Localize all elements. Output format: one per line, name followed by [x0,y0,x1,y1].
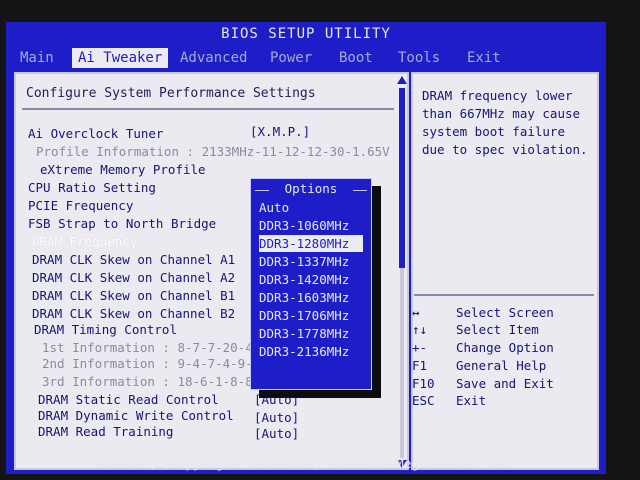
option-auto[interactable]: Auto [259,199,363,216]
help-divider [414,294,594,296]
help-line-4: due to spec violation. [422,142,588,157]
item-dram-clk-skew-b2[interactable]: DRAM CLK Skew on Channel B2 [32,306,235,321]
item-dram-static-read-control[interactable]: DRAM Static Read Control [38,392,219,407]
value-dram-dynamic-write-control[interactable]: [Auto] [254,410,299,425]
tab-main[interactable]: Main [14,48,60,68]
bios-title: BIOS SETUP UTILITY [221,26,391,42]
item-dram-read-training[interactable]: DRAM Read Training [38,424,173,439]
key-save-exit: F10 [412,376,435,391]
item-dram-clk-skew-a1[interactable]: DRAM CLK Skew on Channel A1 [32,252,235,267]
options-popup-title: Options [251,181,371,196]
tab-boot[interactable]: Boot [333,48,379,68]
key-change-option: +- [412,340,428,355]
bios-screen: BIOS SETUP UTILITY Main Ai Tweaker Advan… [6,22,606,474]
help-line-2: than 667MHz may cause [422,106,581,121]
option-ddr3-1778[interactable]: DDR3-1778MHz [259,325,363,342]
key-exit-label: Exit [456,393,487,408]
tab-tools[interactable]: Tools [392,48,446,68]
tab-advanced[interactable]: Advanced [174,48,253,68]
key-select-screen: ↔ [412,305,420,320]
item-1st-information: 1st Information : 8-7-7-20-4- [42,340,261,355]
value-ai-overclock-tuner[interactable]: [X.M.P.] [250,124,310,139]
section-divider [22,108,394,110]
tab-power[interactable]: Power [264,48,318,68]
key-select-screen-label: Select Screen [456,305,554,320]
item-profile-information: Profile Information : 2133MHz-11-12-12-3… [36,144,390,159]
item-dram-frequency[interactable]: DRAM Frequency [32,234,137,249]
item-dram-clk-skew-b1[interactable]: DRAM CLK Skew on Channel B1 [32,288,235,303]
option-ddr3-1280[interactable]: DDR3-1280MHz [259,235,363,252]
menu-bar: Main Ai Tweaker Advanced Power Boot Tool… [6,46,606,68]
option-ddr3-1420[interactable]: DDR3-1420MHz [259,271,363,288]
scroll-up-arrow-icon[interactable] [397,76,407,84]
section-title: Configure System Performance Settings [26,86,316,101]
item-ai-overclock-tuner[interactable]: Ai Overclock Tuner [28,126,163,141]
option-ddr3-1603[interactable]: DDR3-1603MHz [259,289,363,306]
item-3rd-information: 3rd Information : 18-6-1-8-8 [42,374,253,389]
key-general-help: F1 [412,358,428,373]
option-ddr3-1060[interactable]: DDR3-1060MHz [259,217,363,234]
item-2nd-information: 2nd Information : 9-4-7-4-9-4-7 [42,356,276,371]
item-pcie-frequency[interactable]: PCIE Frequency [28,198,133,213]
item-cpu-ratio-setting[interactable]: CPU Ratio Setting [28,180,156,195]
tab-ai-tweaker[interactable]: Ai Tweaker [72,48,169,68]
options-popup: Options Auto DDR3-1060MHz DDR3-1280MHz D… [250,178,372,390]
copyright-footer: v02.61 (C)Copyright 1985-2009, American … [95,456,517,471]
key-change-option-label: Change Option [456,340,554,355]
option-ddr3-2136[interactable]: DDR3-2136MHz [259,343,363,360]
help-line-1: DRAM frequency lower [422,88,573,103]
key-select-item-label: Select Item [456,322,539,337]
key-select-item: ↑↓ [412,322,428,337]
item-fsb-strap[interactable]: FSB Strap to North Bridge [28,216,216,231]
help-line-3: system boot failure [422,124,565,139]
item-dram-timing-control[interactable]: DRAM Timing Control [34,322,177,337]
option-ddr3-1706[interactable]: DDR3-1706MHz [259,307,363,324]
scroll-thumb[interactable] [399,88,405,268]
tab-exit[interactable]: Exit [461,48,507,68]
option-ddr3-1337[interactable]: DDR3-1337MHz [259,253,363,270]
key-general-help-label: General Help [456,358,547,373]
item-dram-clk-skew-a2[interactable]: DRAM CLK Skew on Channel A2 [32,270,235,285]
key-save-exit-label: Save and Exit [456,376,554,391]
settings-scrollbar[interactable] [397,76,407,468]
item-dram-dynamic-write-control[interactable]: DRAM Dynamic Write Control [38,408,234,423]
value-dram-read-training[interactable]: [Auto] [254,426,299,441]
key-exit: ESC [412,393,435,408]
item-extreme-memory-profile[interactable]: eXtreme Memory Profile [40,162,206,177]
